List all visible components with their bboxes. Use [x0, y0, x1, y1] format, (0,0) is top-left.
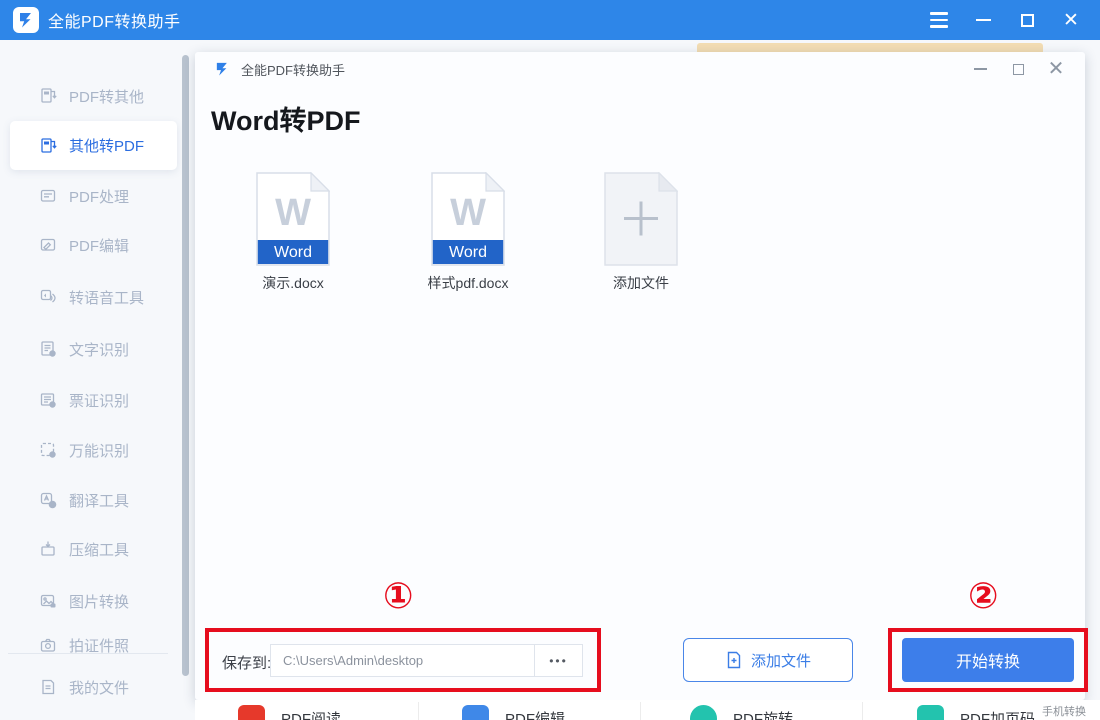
word-to-pdf-dialog: 全能PDF转换助手 ✕ Word转PDF W Word 演示.docx	[195, 52, 1085, 700]
dialog-logo-icon	[213, 59, 233, 79]
svg-text:W: W	[450, 192, 486, 234]
sidebar: PDF转其他 其他转PDF PDF处理	[0, 40, 195, 720]
add-file-tile-label: 添加文件	[581, 273, 701, 293]
sidebar-item-label: PDF处理	[69, 186, 129, 207]
file-plus-icon	[725, 651, 743, 669]
add-file-icon	[604, 172, 678, 266]
sidebar-item-my-files[interactable]: 我的文件	[0, 667, 195, 707]
to-speech-icon	[38, 287, 58, 307]
sidebar-item-image-convert[interactable]: 图片转换	[0, 581, 195, 621]
browse-button[interactable]: •••	[534, 644, 583, 677]
save-path-input[interactable]	[270, 644, 534, 677]
pdf-to-other-icon	[38, 86, 58, 106]
translate-icon	[38, 490, 58, 510]
file-name: 演示.docx	[233, 273, 353, 293]
pdf-page-number-icon	[917, 705, 944, 720]
ticket-ocr-icon	[38, 390, 58, 410]
annotation-step-1: ①	[383, 578, 413, 614]
dialog-maximize-button[interactable]	[1005, 56, 1031, 82]
app-title: 全能PDF转换助手	[48, 8, 181, 32]
add-file-tile[interactable]: 添加文件	[581, 172, 701, 293]
my-files-icon	[38, 677, 58, 697]
universal-ocr-icon	[38, 440, 58, 460]
file-tile[interactable]: W Word 演示.docx	[233, 172, 353, 293]
sidebar-item-label: 压缩工具	[69, 539, 129, 560]
minimize-button[interactable]	[968, 5, 998, 35]
sidebar-item-pdf-to-other[interactable]: PDF转其他	[0, 76, 195, 116]
sidebar-item-label: PDF编辑	[69, 235, 129, 256]
feature-pdf-edit[interactable]: PDF编辑	[462, 705, 565, 720]
menu-icon[interactable]	[924, 5, 954, 35]
pdf-edit-feature-icon	[462, 705, 489, 720]
sidebar-item-label: 转语音工具	[69, 287, 144, 308]
mobile-convert-label: 手机转换	[1042, 703, 1086, 719]
dialog-titlebar: 全能PDF转换助手 ✕	[195, 52, 1085, 86]
sidebar-item-label: PDF转其他	[69, 86, 144, 107]
sidebar-item-label: 文字识别	[69, 339, 129, 360]
sidebar-scrollbar[interactable]	[182, 55, 189, 676]
sidebar-item-to-speech[interactable]: 转语音工具	[0, 277, 195, 317]
add-file-button[interactable]: 添加文件	[683, 638, 853, 682]
feature-pdf-page-number[interactable]: PDF加页码 手机转换	[917, 705, 1035, 720]
sidebar-item-translate[interactable]: 翻译工具	[0, 480, 195, 520]
background-feature-strip: PDF阅读 PDF编辑 PDF旋转 PDF加页码 手机转换	[195, 700, 1100, 720]
text-ocr-icon	[38, 339, 58, 359]
compress-icon	[38, 539, 58, 559]
dialog-title: 全能PDF转换助手	[241, 60, 345, 79]
add-file-button-label: 添加文件	[751, 650, 811, 671]
sidebar-item-pdf-process[interactable]: PDF处理	[0, 176, 195, 216]
convert-button-label: 开始转换	[956, 648, 1020, 672]
app-window: 全能PDF转换助手 ✕ PDF转其他	[0, 0, 1100, 720]
file-tile[interactable]: W Word 样式pdf.docx	[408, 172, 528, 293]
word-file-icon: W Word	[256, 172, 330, 266]
other-to-pdf-icon	[38, 136, 58, 156]
sidebar-item-label: 图片转换	[69, 591, 129, 612]
sidebar-item-label: 我的文件	[69, 677, 129, 698]
pdf-rotate-icon	[690, 705, 717, 720]
pdf-edit-icon	[38, 235, 58, 255]
pdf-process-icon	[38, 186, 58, 206]
convert-button[interactable]: 开始转换	[902, 638, 1074, 682]
feature-pdf-reader[interactable]: PDF阅读	[238, 705, 341, 720]
sidebar-item-id-photo[interactable]: 拍证件照	[0, 625, 195, 653]
sidebar-item-universal-ocr[interactable]: 万能识别	[0, 430, 195, 470]
save-to-label: 保存到:	[222, 652, 271, 673]
annotation-step-2: ②	[968, 578, 998, 614]
maximize-button[interactable]	[1012, 5, 1042, 35]
sidebar-item-label: 票证识别	[69, 390, 129, 411]
main-titlebar: 全能PDF转换助手 ✕	[0, 0, 1100, 40]
sidebar-divider	[8, 653, 168, 654]
close-button[interactable]: ✕	[1056, 5, 1086, 35]
word-file-icon: W Word	[431, 172, 505, 266]
svg-text:W: W	[275, 192, 311, 234]
pdf-reader-icon	[238, 705, 265, 720]
feature-pdf-rotate[interactable]: PDF旋转	[690, 705, 793, 720]
sidebar-item-other-to-pdf[interactable]: 其他转PDF	[10, 121, 177, 170]
sidebar-item-label: 翻译工具	[69, 490, 129, 511]
dialog-close-button[interactable]: ✕	[1043, 56, 1069, 82]
app-logo-icon	[13, 7, 39, 33]
image-convert-icon	[38, 591, 58, 611]
sidebar-item-label: 万能识别	[69, 440, 129, 461]
sidebar-item-pdf-edit[interactable]: PDF编辑	[0, 225, 195, 265]
sidebar-item-text-ocr[interactable]: 文字识别	[0, 329, 195, 369]
id-photo-icon	[38, 635, 58, 653]
file-name: 样式pdf.docx	[408, 273, 528, 293]
sidebar-item-ticket-ocr[interactable]: 票证识别	[0, 380, 195, 420]
dialog-minimize-button[interactable]	[967, 56, 993, 82]
sidebar-item-compress[interactable]: 压缩工具	[0, 529, 195, 569]
sidebar-item-label: 其他转PDF	[69, 135, 144, 156]
svg-text:Word: Word	[274, 244, 312, 261]
svg-text:Word: Word	[449, 244, 487, 261]
sidebar-item-label: 拍证件照	[69, 635, 129, 654]
page-title: Word转PDF	[211, 99, 361, 138]
background-banner-edge	[697, 43, 1043, 52]
